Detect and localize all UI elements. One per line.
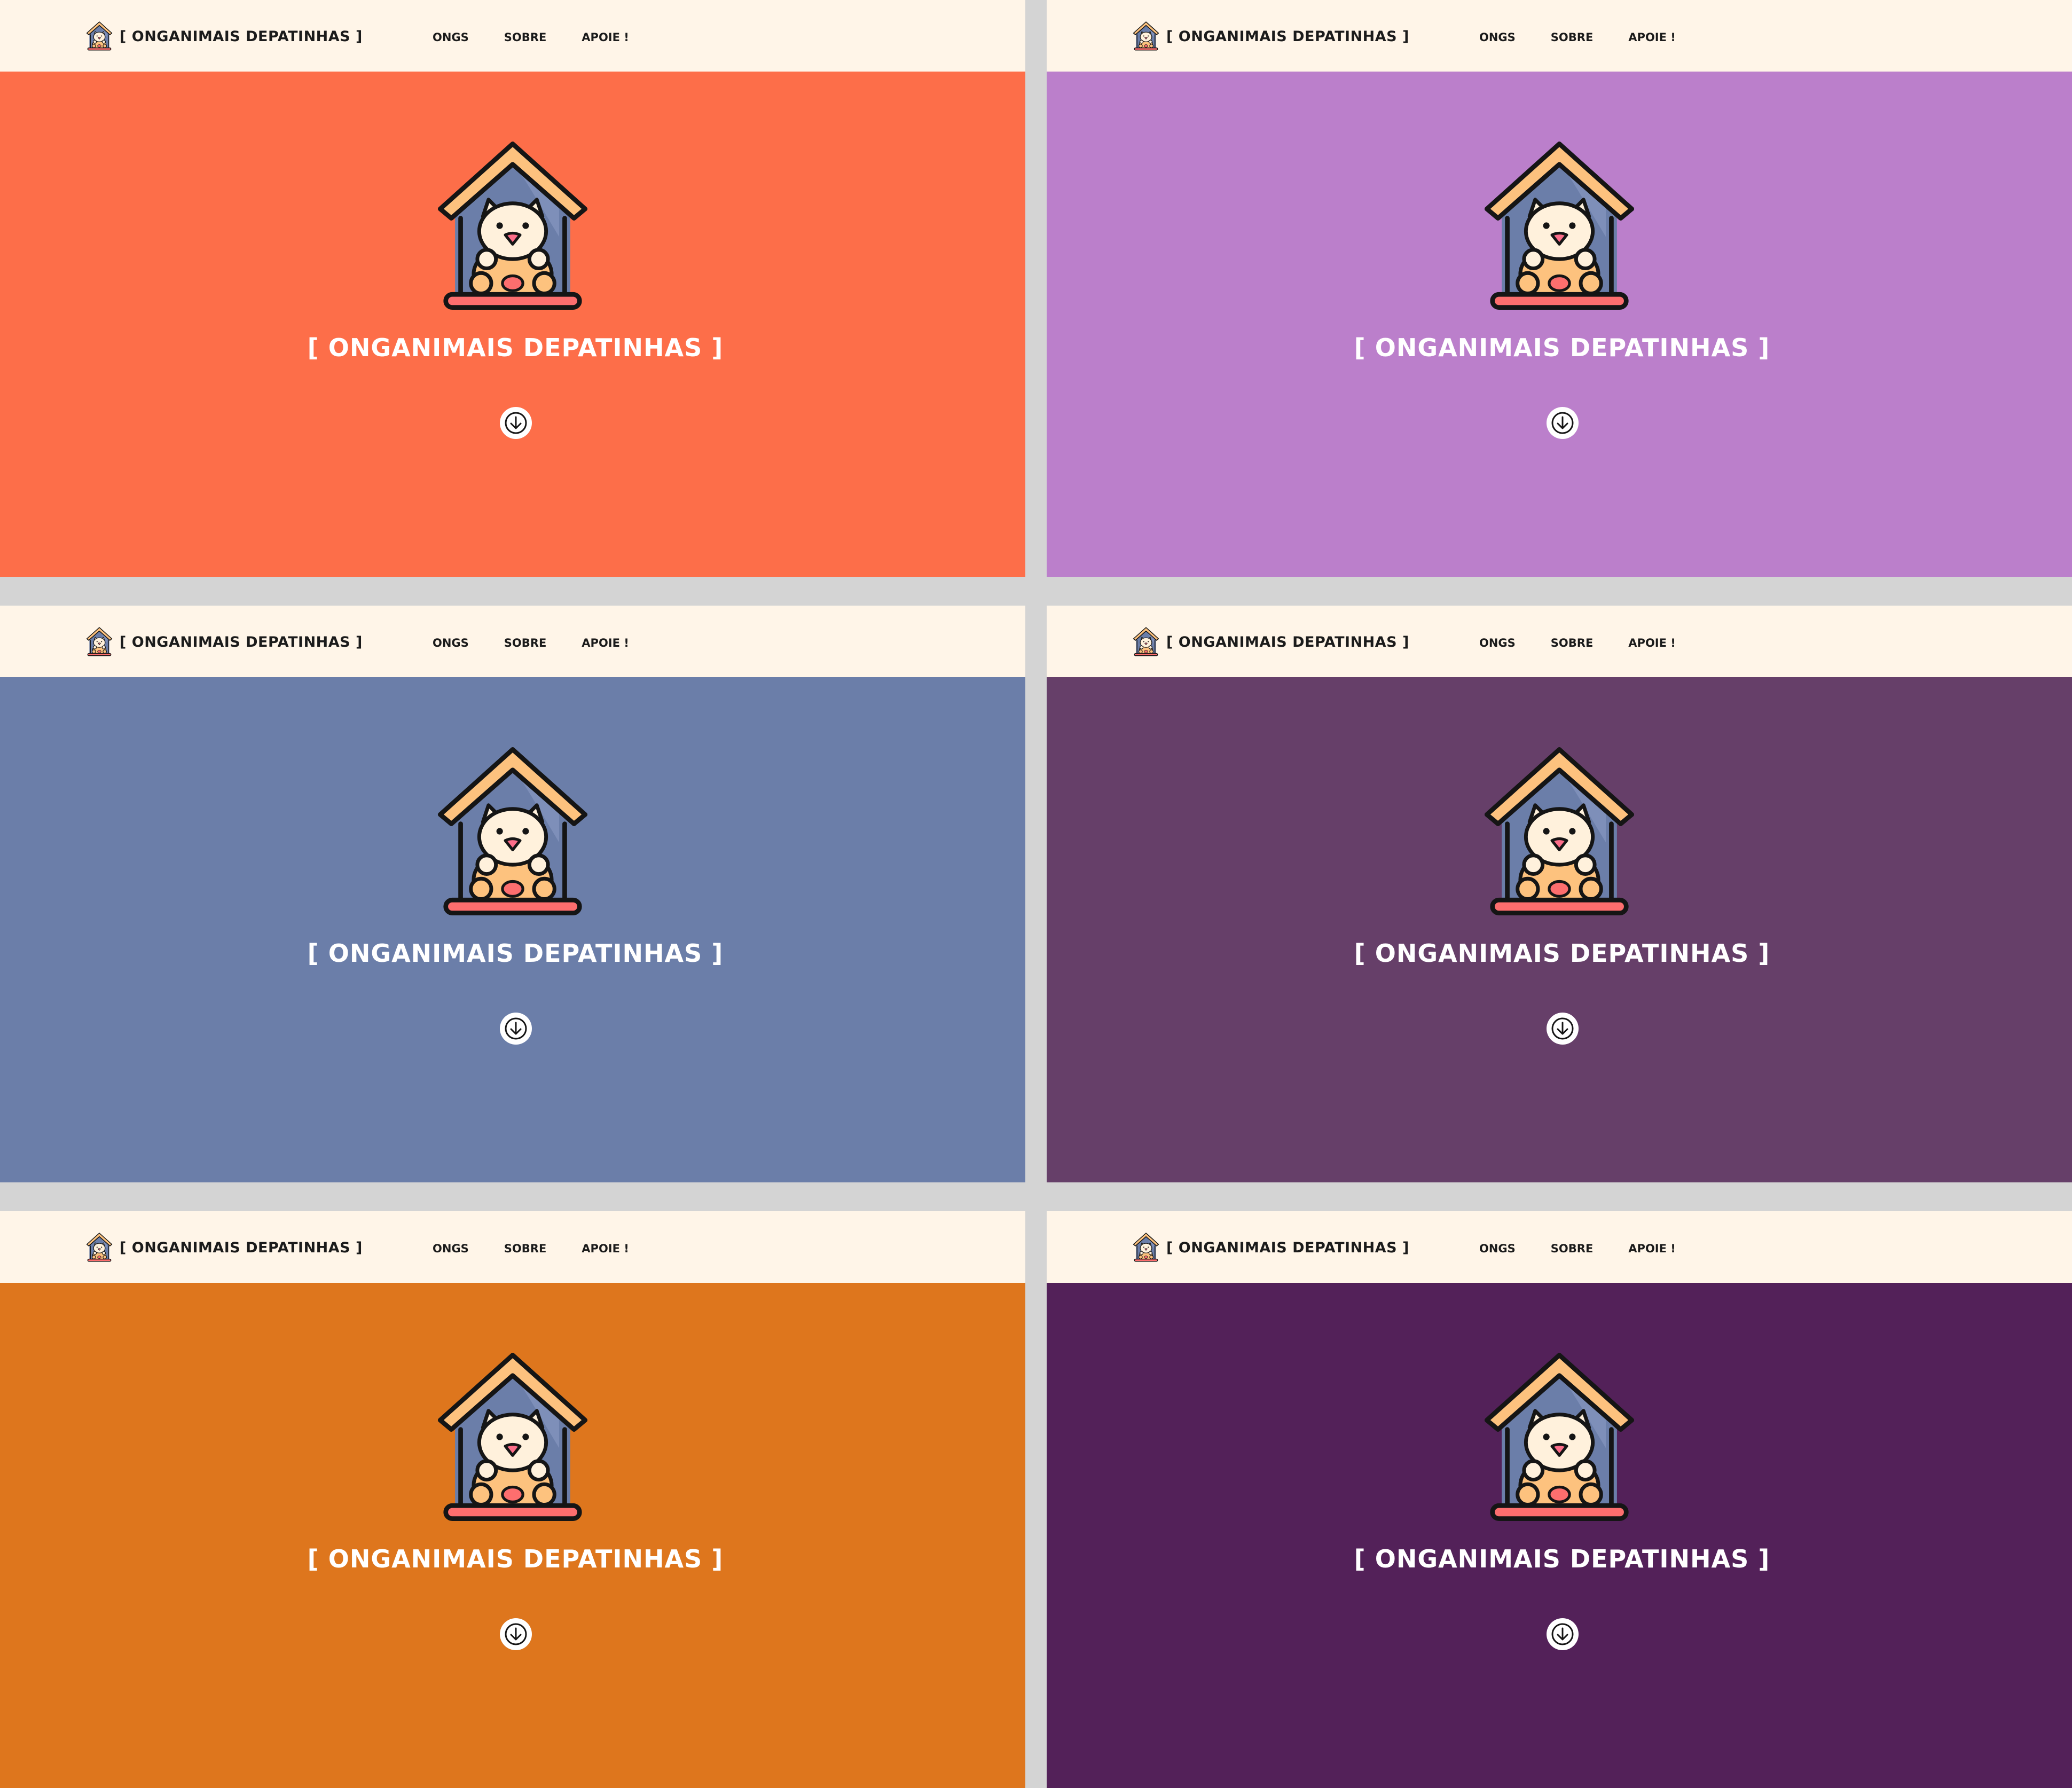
arrow-down-icon [504,411,528,435]
nav-link-sobre[interactable]: SOBRE [1551,1242,1594,1255]
dog-house-icon [1466,135,1652,320]
scroll-down-button[interactable] [500,407,532,439]
top-navbar: [ ONGANIMAIS DEPATINHAS ] ONGS SOBRE APOIE … [0,606,1025,677]
hero-section: [ ONGANIMAIS DEPATINHAS ] [1047,1283,2072,1788]
arrow-down-icon [1551,411,1574,435]
dog-house-icon [1130,1232,1162,1264]
main-menu: ONGS SOBRE APOIE ! [433,27,629,48]
hero-section: [ ONGANIMAIS DEPATINHAS ] [1047,72,2072,577]
hero-title: [ ONGANIMAIS DEPATINHAS ] [307,1544,724,1573]
nav-link-sobre[interactable]: SOBRE [1551,31,1594,44]
screen-variant-1: [ ONGANIMAIS DEPATINHAS ] ONGS SOBRE APOIE … [0,0,1025,577]
top-navbar: [ ONGANIMAIS DEPATINHAS ] ONGS SOBRE APOIE … [0,0,1025,72]
arrow-down-icon [1551,1622,1574,1646]
screen-variant-3: [ ONGANIMAIS DEPATINHAS ] ONGS SOBRE APOIE … [0,606,1025,1182]
top-navbar: [ ONGANIMAIS DEPATINHAS ] ONGS SOBRE APOIE … [0,1211,1025,1283]
arrow-down-icon [1551,1017,1574,1040]
brand-home-link[interactable]: [ ONGANIMAIS DEPATINHAS ] [1130,20,1409,52]
brand-home-link[interactable]: [ ONGANIMAIS DEPATINHAS ] [83,20,363,52]
hero-title: [ ONGANIMAIS DEPATINHAS ] [307,939,724,968]
nav-link-ongs[interactable]: ONGS [1479,637,1516,649]
brand-name: [ ONGANIMAIS DEPATINHAS ] [1166,28,1409,45]
arrow-down-icon [504,1622,528,1646]
nav-link-apoie[interactable]: APOIE ! [1628,31,1676,44]
top-navbar: [ ONGANIMAIS DEPATINHAS ] ONGS SOBRE APOIE … [1047,0,2072,72]
hero-title: [ ONGANIMAIS DEPATINHAS ] [307,333,724,362]
screen-variant-2: [ ONGANIMAIS DEPATINHAS ] ONGS SOBRE APOIE … [1047,0,2072,577]
brand-home-link[interactable]: [ ONGANIMAIS DEPATINHAS ] [83,1232,363,1264]
brand-name: [ ONGANIMAIS DEPATINHAS ] [120,28,363,45]
main-menu: ONGS SOBRE APOIE ! [433,632,629,654]
screen-variant-5: [ ONGANIMAIS DEPATINHAS ] ONGS SOBRE APOIE … [0,1211,1025,1788]
main-menu: ONGS SOBRE APOIE ! [1479,27,1676,48]
dog-house-icon [83,20,115,52]
scroll-down-button[interactable] [500,1618,532,1650]
brand-name: [ ONGANIMAIS DEPATINHAS ] [1166,1239,1409,1256]
nav-link-ongs[interactable]: ONGS [1479,1242,1516,1255]
scroll-down-button[interactable] [1547,1618,1579,1650]
main-menu: ONGS SOBRE APOIE ! [433,1238,629,1259]
dog-house-icon [1466,740,1652,926]
hero-title: [ ONGANIMAIS DEPATINHAS ] [1354,333,1770,362]
main-menu: ONGS SOBRE APOIE ! [1479,1238,1676,1259]
main-menu: ONGS SOBRE APOIE ! [1479,632,1676,654]
nav-link-ongs[interactable]: ONGS [433,1242,469,1255]
nav-link-ongs[interactable]: ONGS [1479,31,1516,44]
hero-section: [ ONGANIMAIS DEPATINHAS ] [0,677,1025,1182]
top-navbar: [ ONGANIMAIS DEPATINHAS ] ONGS SOBRE APOIE … [1047,1211,2072,1283]
nav-link-ongs[interactable]: ONGS [433,31,469,44]
nav-link-ongs[interactable]: ONGS [433,637,469,649]
dog-house-icon [83,626,115,658]
brand-home-link[interactable]: [ ONGANIMAIS DEPATINHAS ] [83,626,363,658]
hero-title: [ ONGANIMAIS DEPATINHAS ] [1354,1544,1770,1573]
hero-section: [ ONGANIMAIS DEPATINHAS ] [1047,677,2072,1182]
hero-title: [ ONGANIMAIS DEPATINHAS ] [1354,939,1770,968]
dog-house-icon [1130,626,1162,658]
hero-section: [ ONGANIMAIS DEPATINHAS ] [0,1283,1025,1788]
screen-variant-6: [ ONGANIMAIS DEPATINHAS ] ONGS SOBRE APOIE … [1047,1211,2072,1788]
nav-link-sobre[interactable]: SOBRE [1551,637,1594,649]
nav-link-apoie[interactable]: APOIE ! [1628,1242,1676,1255]
scroll-down-button[interactable] [500,1013,532,1045]
dog-house-icon [1130,20,1162,52]
top-navbar: [ ONGANIMAIS DEPATINHAS ] ONGS SOBRE APOIE … [1047,606,2072,677]
nav-link-sobre[interactable]: SOBRE [504,637,547,649]
dog-house-icon [420,1346,606,1532]
dog-house-icon [83,1232,115,1264]
brand-name: [ ONGANIMAIS DEPATINHAS ] [120,633,363,650]
screen-variant-4: [ ONGANIMAIS DEPATINHAS ] ONGS SOBRE APOIE … [1047,606,2072,1182]
brand-home-link[interactable]: [ ONGANIMAIS DEPATINHAS ] [1130,626,1409,658]
arrow-down-icon [504,1017,528,1040]
nav-link-apoie[interactable]: APOIE ! [1628,637,1676,649]
brand-name: [ ONGANIMAIS DEPATINHAS ] [120,1239,363,1256]
nav-link-apoie[interactable]: APOIE ! [582,1242,629,1255]
color-variants-grid: [ ONGANIMAIS DEPATINHAS ] ONGS SOBRE APOIE … [0,0,2072,1788]
dog-house-icon [1466,1346,1652,1532]
dog-house-icon [420,135,606,320]
hero-section: [ ONGANIMAIS DEPATINHAS ] [0,72,1025,577]
scroll-down-button[interactable] [1547,1013,1579,1045]
brand-home-link[interactable]: [ ONGANIMAIS DEPATINHAS ] [1130,1232,1409,1264]
brand-name: [ ONGANIMAIS DEPATINHAS ] [1166,633,1409,650]
scroll-down-button[interactable] [1547,407,1579,439]
nav-link-sobre[interactable]: SOBRE [504,1242,547,1255]
nav-link-sobre[interactable]: SOBRE [504,31,547,44]
dog-house-icon [420,740,606,926]
nav-link-apoie[interactable]: APOIE ! [582,637,629,649]
nav-link-apoie[interactable]: APOIE ! [582,31,629,44]
